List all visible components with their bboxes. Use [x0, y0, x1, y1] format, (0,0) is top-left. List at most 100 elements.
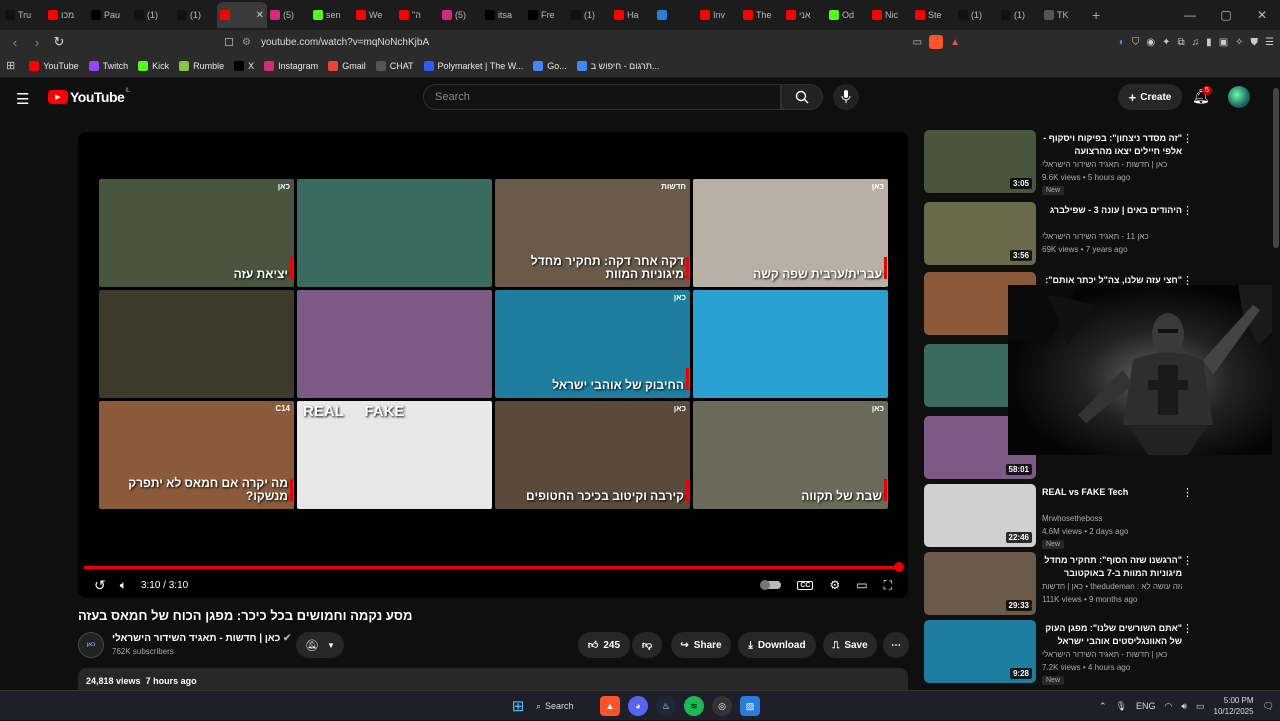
related-video-item[interactable]: 29:33 "הרגשנו שזה הסוף": תחקיר מחדל מיגונ…: [924, 552, 1204, 616]
browser-tab[interactable]: sen: [310, 2, 353, 28]
video-thumbnail[interactable]: 9:28: [924, 620, 1036, 683]
browser-tab[interactable]: (5): [267, 2, 310, 28]
replay-icon[interactable]: ↺: [94, 577, 106, 594]
bookmark-item[interactable]: YouTube: [29, 60, 79, 71]
more-actions-button[interactable]: ⋯: [883, 632, 909, 658]
endscreen-video[interactable]: [693, 290, 888, 398]
video-player[interactable]: כאן יציאת עזה חדשות דקה אחר דקה: תחקיר מחדל…: [78, 132, 908, 598]
endscreen-video[interactable]: כאן שבת של תקווה: [693, 401, 888, 509]
endscreen-video[interactable]: כאן יציאת עזה: [99, 179, 294, 287]
apps-icon[interactable]: ⊞: [6, 59, 15, 72]
progress-bar[interactable]: [84, 566, 902, 569]
browser-tab[interactable]: itsa: [482, 2, 525, 28]
theater-mode-icon[interactable]: ▭: [856, 578, 867, 592]
voice-search-button[interactable]: [833, 84, 859, 110]
notifications-icon[interactable]: 🗨︎: [1263, 701, 1274, 712]
account-avatar[interactable]: [1228, 86, 1250, 108]
close-tab-icon[interactable]: ✕: [256, 10, 264, 21]
browser-tab[interactable]: Tru: [2, 2, 45, 28]
youtube-logo[interactable]: ▶ YouTube IL: [48, 88, 130, 105]
bookmark-item[interactable]: Rumble: [179, 60, 224, 71]
discord-icon[interactable]: ◕: [628, 696, 648, 716]
video-title[interactable]: "אתם השורשים שלנו": מפגן העוק של האוונגל…: [1042, 622, 1182, 648]
volume-icon[interactable]: 🔊︎: [1181, 701, 1187, 712]
music-icon[interactable]: ♫: [1192, 37, 1200, 48]
taskbar-search[interactable]: ⌕ Search: [536, 695, 592, 717]
browser-tab[interactable]: Inv: [697, 2, 740, 28]
channel-name[interactable]: כאן | חדשות - תאגיד השידור הישראלי ✔: [112, 633, 291, 644]
channel-avatar[interactable]: כאן: [78, 632, 104, 658]
browser-tab[interactable]: We: [353, 2, 396, 28]
wallet-icon[interactable]: ▣: [1219, 37, 1228, 48]
progress-scrubber[interactable]: [894, 562, 904, 572]
bookmark-item[interactable]: X: [234, 60, 254, 71]
clock[interactable]: 5:00 PM 10/12/2025: [1214, 695, 1254, 717]
browser-tab[interactable]: ✕: [217, 2, 267, 28]
video-title[interactable]: היהודים באים | עונה 3 - שפילברג: [1042, 204, 1182, 217]
brave-browser-icon[interactable]: ▲: [600, 696, 620, 716]
video-thumbnail[interactable]: 3:05: [924, 130, 1036, 193]
browser-tab[interactable]: TK: [1041, 2, 1084, 28]
endscreen-video[interactable]: כאן החיבוק של אוהבי ישראל: [495, 290, 690, 398]
video-thumbnail[interactable]: 29:33: [924, 552, 1036, 615]
bookmark-item[interactable]: Gmail: [328, 60, 366, 71]
endscreen-video[interactable]: [297, 290, 492, 398]
more-options-icon[interactable]: ⋮: [1182, 622, 1193, 635]
cast-icon[interactable]: ▭: [913, 37, 922, 48]
photos-icon[interactable]: ▨: [740, 696, 760, 716]
video-title[interactable]: "הרגשנו שזה הסוף": תחקיר מחדל מיגוניות ה…: [1042, 554, 1182, 580]
video-thumbnail[interactable]: 3:56: [924, 202, 1036, 265]
vpn-icon[interactable]: ◉: [1146, 37, 1155, 48]
bookmark-item[interactable]: Twitch: [88, 60, 128, 71]
bookmark-item[interactable]: Polymarket | The W...: [423, 60, 523, 71]
related-video-item[interactable]: 3:56 היהודים באים | עונה 3 - שפילברג כאן 1…: [924, 202, 1204, 266]
video-title[interactable]: REAL vs FAKE Tech: [1042, 486, 1182, 499]
battery-icon[interactable]: ▭: [1196, 701, 1205, 712]
download-button[interactable]: ⤓ Download: [738, 632, 816, 658]
bookmark-item[interactable]: תרגום - חיפוש ב...: [576, 60, 659, 71]
site-settings-icon[interactable]: ⚙: [242, 37, 251, 48]
search-input[interactable]: Search: [423, 84, 781, 110]
extensions-icon[interactable]: ✦: [1162, 37, 1170, 48]
browser-tab[interactable]: The: [740, 2, 783, 28]
forward-icon[interactable]: ›: [26, 35, 48, 50]
steam-icon[interactable]: ♨: [656, 696, 676, 716]
wifi-icon[interactable]: ◠: [1164, 701, 1172, 712]
search-button[interactable]: [781, 84, 823, 110]
scrollbar-thumb[interactable]: [1273, 88, 1279, 248]
bookmark-item[interactable]: Go...: [533, 60, 567, 71]
dislike-button[interactable]: 👎︎: [632, 632, 662, 658]
settings-gear-icon[interactable]: ⚙: [829, 578, 840, 592]
hamburger-menu-icon[interactable]: ☰: [16, 90, 29, 108]
related-video-item[interactable]: 3:05 "זה מסדר ניצחון": בפיקוח ויסקוף - אל…: [924, 130, 1204, 195]
menu-icon[interactable]: ☰: [1265, 37, 1274, 48]
browser-tab[interactable]: (1): [568, 2, 611, 28]
related-video-item[interactable]: 9:28 "אתם השורשים שלנו": מפגן העוק של האו…: [924, 620, 1204, 685]
leo-icon[interactable]: ✧: [1235, 37, 1243, 48]
back-icon[interactable]: ‹: [4, 35, 26, 50]
browser-tab[interactable]: (1): [174, 2, 217, 28]
browser-tab[interactable]: "ה: [396, 2, 439, 28]
bookmark-item[interactable]: Instagram: [264, 60, 318, 71]
more-options-icon[interactable]: ⋮: [1182, 554, 1193, 567]
browser-tab[interactable]: (5): [439, 2, 482, 28]
screenshot-icon[interactable]: ⧉: [1178, 37, 1185, 48]
autoplay-toggle[interactable]: [760, 580, 782, 590]
url-field[interactable]: ☐ ⚙ youtube.com/watch?v=mqNoNchKjbA: [224, 32, 964, 52]
browser-tab[interactable]: מכו: [45, 2, 88, 28]
microphone-icon[interactable]: 🎙︎: [1116, 701, 1127, 712]
endscreen-video[interactable]: [99, 290, 294, 398]
translate-icon[interactable]: ◐: [1119, 37, 1125, 48]
browser-tab[interactable]: (1): [955, 2, 998, 28]
brave-rewards-icon[interactable]: ▲: [950, 37, 960, 48]
browser-tab[interactable]: (1): [131, 2, 174, 28]
endscreen-video[interactable]: כאן קירבה וקיטוב בכיכר החטופים: [495, 401, 690, 509]
like-button[interactable]: 👍︎ 245: [578, 632, 630, 658]
browser-tab[interactable]: Nic: [869, 2, 912, 28]
more-options-icon[interactable]: ⋮: [1182, 132, 1193, 145]
browser-tab[interactable]: Ha: [611, 2, 654, 28]
related-video-item[interactable]: 22:46 REAL vs FAKE Tech Mrwhosetheboss 4.6M…: [924, 484, 1204, 549]
more-options-icon[interactable]: ⋮: [1182, 204, 1193, 217]
video-thumbnail[interactable]: 22:46: [924, 484, 1036, 547]
language-indicator[interactable]: ENG: [1136, 701, 1156, 711]
